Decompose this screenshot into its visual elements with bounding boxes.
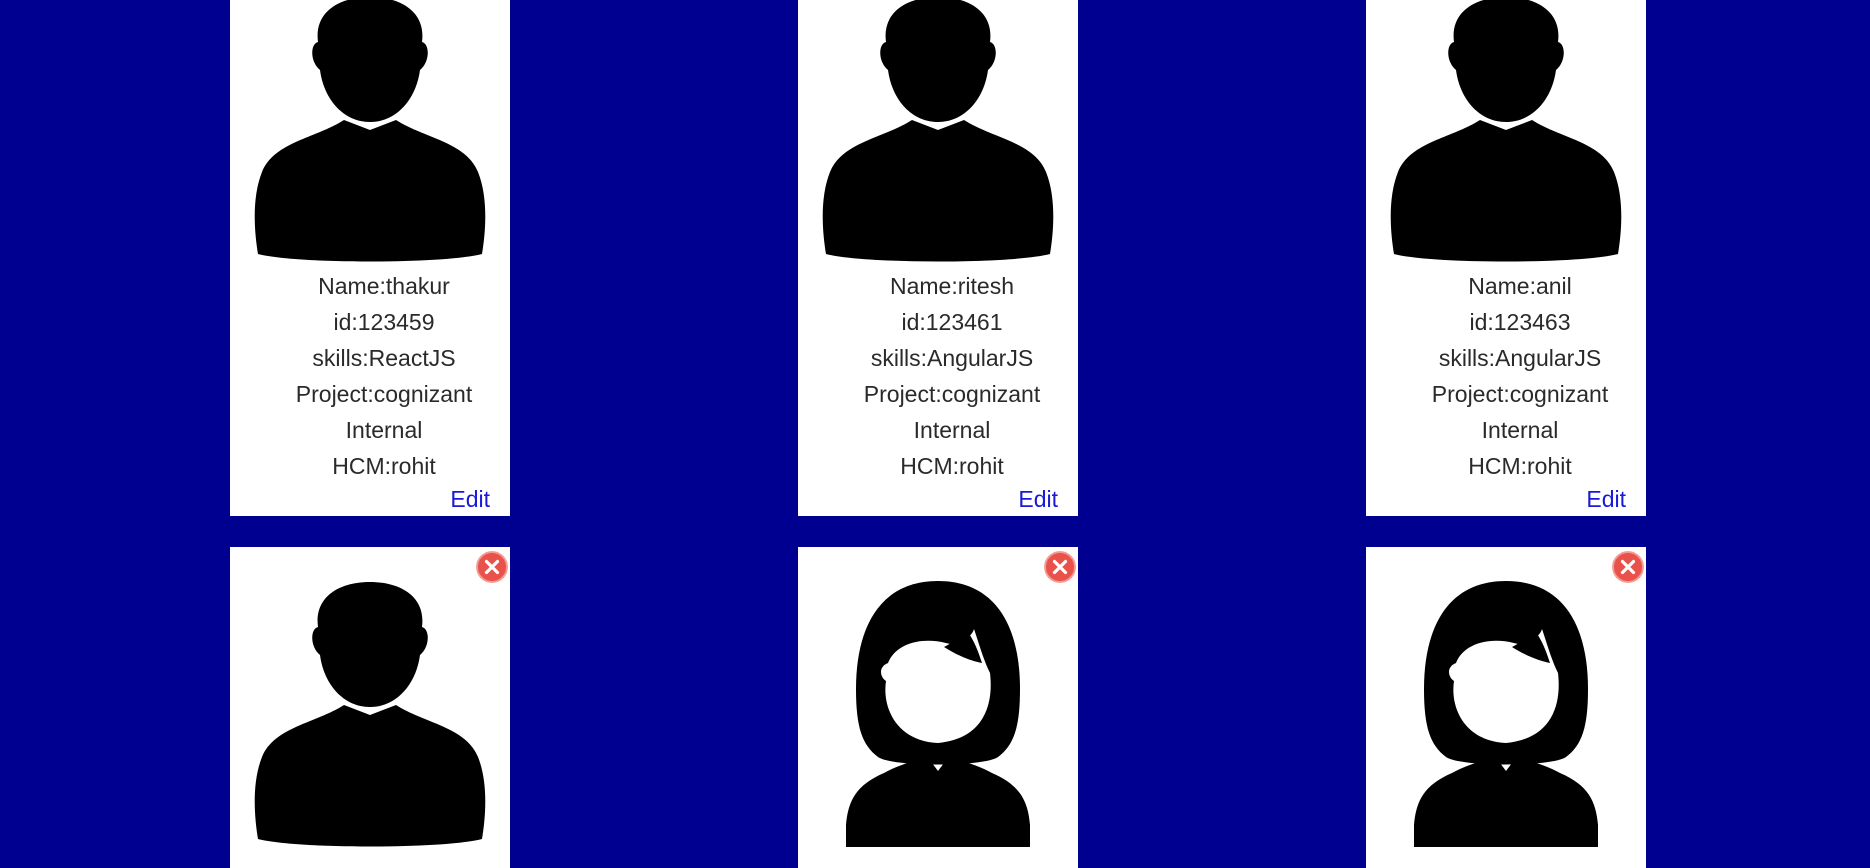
employee-card xyxy=(798,547,1078,868)
employee-hcm: HCM:rohit xyxy=(900,453,1004,479)
employee-info: Name:ritesh id:123461 skills:AngularJS P… xyxy=(798,268,1078,484)
male-avatar-icon xyxy=(1390,0,1622,262)
employee-info: Name:thakur id:123459 skills:ReactJS Pro… xyxy=(230,268,510,484)
employee-project-type: Internal xyxy=(1481,417,1559,443)
male-avatar-icon xyxy=(254,0,486,262)
male-avatar-icon xyxy=(822,0,1054,262)
employee-name: Name:ritesh xyxy=(890,273,1014,299)
employee-skills: skills:AngularJS xyxy=(870,345,1034,371)
employee-project-type: Internal xyxy=(913,417,991,443)
employee-card xyxy=(230,547,510,868)
employee-card: Name:thakur id:123459 skills:ReactJS Pro… xyxy=(230,0,510,516)
employee-project: Project:cognizant xyxy=(863,381,1041,407)
employee-skills: skills:ReactJS xyxy=(312,345,456,371)
employee-hcm: HCM:rohit xyxy=(1468,453,1572,479)
employee-name: Name:anil xyxy=(1468,273,1572,299)
female-avatar-icon xyxy=(1390,577,1622,847)
female-avatar-icon xyxy=(822,577,1054,847)
employee-info: Name:anil id:123463 skills:AngularJS Pro… xyxy=(1366,268,1646,484)
employee-project-type: Internal xyxy=(345,417,423,443)
edit-link[interactable]: Edit xyxy=(1586,484,1626,514)
employee-project: Project:cognizant xyxy=(1431,381,1609,407)
employee-card: Name:ritesh id:123461 skills:AngularJS P… xyxy=(798,0,1078,516)
employee-card: Name:anil id:123463 skills:AngularJS Pro… xyxy=(1366,0,1646,516)
employee-name: Name:thakur xyxy=(318,273,450,299)
employee-project: Project:cognizant xyxy=(295,381,473,407)
edit-link[interactable]: Edit xyxy=(1018,484,1058,514)
employee-id: id:123461 xyxy=(901,309,1003,335)
employee-hcm: HCM:rohit xyxy=(332,453,436,479)
employee-id: id:123463 xyxy=(1469,309,1571,335)
employee-card xyxy=(1366,547,1646,868)
male-avatar-icon xyxy=(254,577,486,847)
employee-id: id:123459 xyxy=(333,309,435,335)
employee-skills: skills:AngularJS xyxy=(1438,345,1602,371)
edit-link[interactable]: Edit xyxy=(450,484,490,514)
